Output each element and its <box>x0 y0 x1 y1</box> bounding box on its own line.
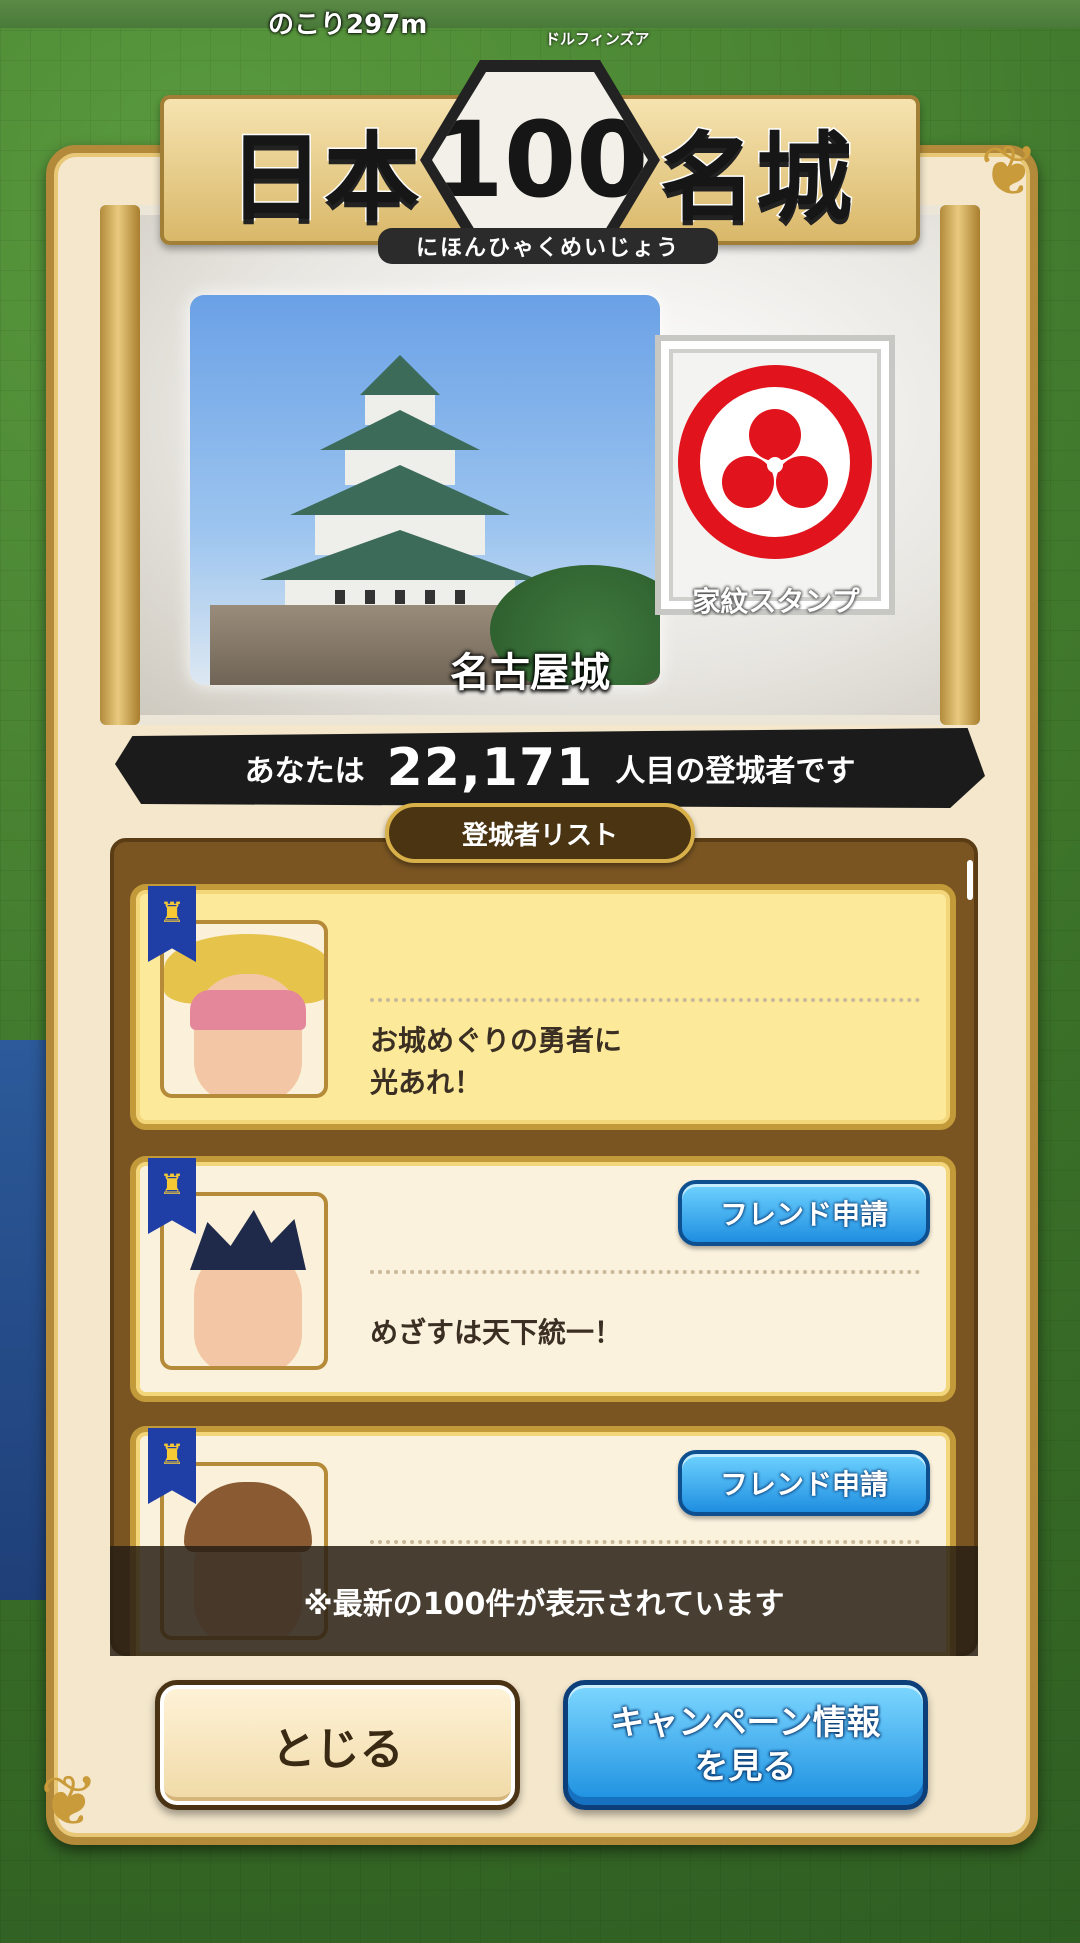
visitor-list-tab: 登城者リスト <box>385 803 695 863</box>
crest-icon <box>678 365 872 559</box>
list-note: ※最新の100件が表示されています <box>110 1546 978 1656</box>
avatar-hair <box>184 1482 312 1552</box>
corner-ornament-icon: ❦ <box>40 1760 99 1842</box>
list-scrollbar[interactable] <box>967 860 973 900</box>
friend-request-button[interactable]: フレンド申請 <box>678 1180 930 1246</box>
corner-ornament-icon: ❦ <box>980 130 1039 212</box>
castle-photo <box>190 295 660 685</box>
scroll-roll-right <box>940 205 980 725</box>
map-place-label: ドルフィンズア <box>545 30 650 48</box>
close-button[interactable]: とじる <box>155 1680 520 1810</box>
visitor-prefix: あなたは <box>244 754 365 789</box>
castle-name: 名古屋城 <box>450 650 610 696</box>
map-road <box>0 0 1080 28</box>
visitor-suffix: 人目の登城者です <box>615 754 856 789</box>
title-left: 日本 <box>227 121 422 236</box>
list-item: ♜ お城めぐりの勇者に 光あれ！ <box>130 884 956 1130</box>
entry-message: お城めぐりの勇者に 光あれ！ <box>370 1024 623 1099</box>
entry-message: めざすは天下統一！ <box>370 1316 623 1349</box>
scroll-roll-left <box>100 205 140 725</box>
avatar-hair <box>190 1210 306 1270</box>
visitor-number: 22,171 <box>386 738 594 798</box>
map-remaining-distance: のこり297m <box>268 10 428 40</box>
divider <box>370 1270 920 1274</box>
list-item: ♜ フレンド申請 めざすは天下統一！ <box>130 1156 956 1402</box>
castle-tower-icon <box>260 355 540 615</box>
visitor-count-bar: あなたは 22,171 人目の登城者です <box>115 728 985 808</box>
avatar-hair <box>190 990 306 1030</box>
title-right: 名城 <box>659 121 854 236</box>
title-ruby: にほんひゃくめいじょう <box>378 228 718 264</box>
divider <box>370 998 920 1002</box>
campaign-info-button[interactable]: キャンペーン情報 を見る <box>563 1680 928 1810</box>
stamp-label: 家紋スタンプ <box>692 585 860 618</box>
divider <box>370 1540 920 1544</box>
friend-request-button[interactable]: フレンド申請 <box>678 1450 930 1516</box>
